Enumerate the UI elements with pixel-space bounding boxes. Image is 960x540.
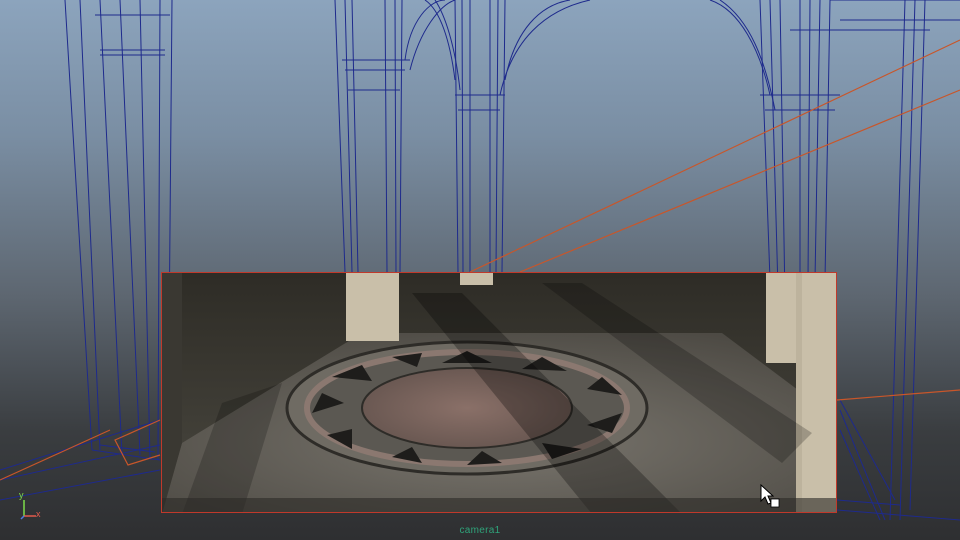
axis-x-label: x — [36, 509, 41, 519]
axis-gizmo: y x — [14, 490, 44, 520]
floor-mosaic-render — [162, 273, 836, 512]
mouse-cursor-icon — [760, 484, 780, 508]
3d-viewport[interactable]: y x camera1 — [0, 0, 960, 540]
axis-y-label: y — [19, 490, 24, 500]
camera-name-label: camera1 — [459, 525, 501, 536]
render-region[interactable] — [161, 272, 837, 513]
